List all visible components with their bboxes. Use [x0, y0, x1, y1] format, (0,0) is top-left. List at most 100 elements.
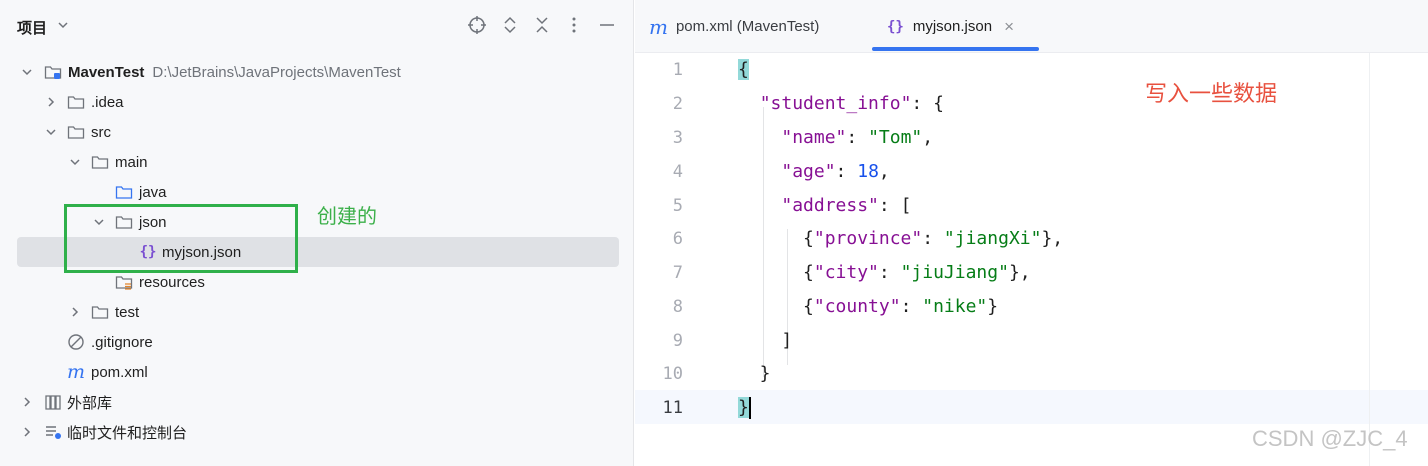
collapse-all-icon[interactable] — [531, 14, 553, 36]
code-token: "Tom" — [868, 127, 923, 148]
code-token: }, — [1008, 262, 1031, 283]
editor-divider — [1369, 53, 1370, 466]
json-file-icon: {} — [887, 18, 904, 35]
code-token: { — [738, 59, 749, 80]
code-token: { — [738, 262, 814, 283]
tree-item-label: 临时文件和控制台 — [67, 424, 188, 442]
code-token: : — [835, 161, 858, 182]
code-token: "county" — [813, 296, 901, 317]
module-folder-icon — [44, 63, 62, 81]
tree-item-gitignore[interactable]: .gitignore — [0, 327, 634, 357]
library-icon — [44, 393, 62, 411]
code-line[interactable]: ] — [738, 324, 792, 358]
code-token: } — [987, 296, 999, 317]
chevron-down-icon[interactable] — [56, 17, 70, 33]
tree-item-scratches[interactable]: 临时文件和控制台 — [0, 417, 634, 447]
tree-item-label: resources — [139, 273, 205, 291]
active-tab-indicator — [872, 47, 1039, 51]
code-line[interactable]: { — [738, 53, 749, 87]
code-token: "name" — [781, 127, 847, 148]
code-line[interactable]: "age": 18, — [738, 155, 890, 189]
code-token: }, — [1041, 228, 1064, 249]
chevron-right-icon[interactable] — [43, 94, 59, 110]
resources-folder-icon — [115, 273, 133, 291]
editor-tab-bar: m pom.xml (MavenTest) {} myjson.json × — [635, 0, 1428, 53]
chevron-down-icon[interactable] — [19, 64, 35, 80]
minimize-icon[interactable] — [596, 14, 618, 36]
code-token: { — [738, 296, 814, 317]
tree-item-label: test — [115, 303, 140, 321]
code-line[interactable]: } — [738, 391, 751, 425]
chevron-right-icon[interactable] — [67, 304, 83, 320]
chevron-down-icon[interactable] — [43, 124, 59, 140]
code-token: : — [878, 262, 901, 283]
folder-icon — [91, 153, 109, 171]
tab-myjson-json[interactable]: {} myjson.json × — [887, 0, 1014, 53]
tree-item-pom[interactable]: m pom.xml — [0, 357, 634, 387]
ignore-file-icon — [67, 333, 85, 351]
tree-item-idea[interactable]: .idea — [0, 87, 634, 117]
code-token: ] — [738, 330, 793, 351]
editor-area: m pom.xml (MavenTest) {} myjson.json × 1… — [635, 0, 1428, 466]
tree-item-label: 外部库 — [67, 394, 113, 412]
code-token: : — [900, 296, 923, 317]
tree-item-main[interactable]: main — [0, 147, 634, 177]
close-icon[interactable]: × — [1004, 17, 1014, 37]
code-editor[interactable]: { "student_info": { "name": "Tom", "age"… — [635, 53, 1428, 466]
folder-icon — [67, 93, 85, 111]
tree-item-test[interactable]: test — [0, 297, 634, 327]
scratch-icon — [44, 423, 62, 441]
code-token: "nike" — [922, 296, 988, 317]
code-token: , — [878, 161, 890, 182]
project-panel-title[interactable]: 项目 — [17, 17, 47, 38]
tree-item-label: java — [139, 183, 167, 201]
maven-icon: m — [66, 361, 86, 383]
code-token: "student_info" — [759, 93, 912, 114]
code-token: : [ — [878, 195, 912, 216]
expand-all-icon[interactable] — [499, 14, 521, 36]
code-line[interactable]: } — [738, 357, 771, 391]
code-line[interactable]: {"county": "nike"} — [738, 290, 998, 324]
code-line[interactable]: {"province": "jiangXi"}, — [738, 222, 1063, 256]
code-line[interactable]: {"city": "jiuJiang"}, — [738, 256, 1031, 290]
code-token: } — [738, 397, 749, 418]
more-options-icon[interactable] — [563, 14, 585, 36]
code-token: : — [922, 228, 944, 249]
code-token: "age" — [781, 161, 836, 182]
code-line[interactable]: "address": [ — [738, 189, 911, 223]
code-line[interactable]: "student_info": { — [738, 87, 944, 121]
tree-item-label: pom.xml — [91, 363, 148, 381]
folder-icon — [67, 123, 85, 141]
tree-item-label: .gitignore — [91, 333, 153, 351]
project-panel-header: 项目 — [0, 0, 634, 52]
chevron-right-icon[interactable] — [19, 394, 35, 410]
tab-pom-xml[interactable]: m pom.xml (MavenTest) — [649, 0, 819, 53]
project-path: D:\JetBrains\JavaProjects\MavenTest — [152, 63, 401, 81]
code-token: : — [846, 127, 869, 148]
tree-item-label: main — [115, 153, 148, 171]
tab-label: pom.xml (MavenTest) — [675, 18, 820, 35]
tree-item-label: MavenTest D:\JetBrains\JavaProjects\Maven… — [68, 63, 401, 81]
tree-item-maventest[interactable]: MavenTest D:\JetBrains\JavaProjects\Maven… — [0, 57, 634, 87]
chevron-right-icon[interactable] — [19, 424, 35, 440]
target-icon[interactable] — [466, 14, 488, 36]
maven-icon: m — [649, 14, 668, 39]
tree-item-label: .idea — [91, 93, 124, 111]
tree-item-src[interactable]: src — [0, 117, 634, 147]
tab-label: myjson.json — [912, 18, 993, 35]
code-token: 18 — [857, 161, 879, 182]
code-line[interactable]: "name": "Tom", — [738, 121, 933, 155]
text-caret — [748, 397, 751, 419]
code-token: , — [922, 127, 934, 148]
code-token: { — [738, 228, 814, 249]
annotation-write-data-text: 写入一些数据 — [1145, 81, 1278, 106]
tree-item-external-libraries[interactable]: 外部库 — [0, 387, 634, 417]
chevron-down-icon[interactable] — [67, 154, 83, 170]
code-token: "city" — [813, 262, 879, 283]
code-token: } — [738, 363, 771, 384]
source-folder-icon — [115, 183, 133, 201]
code-token: : { — [911, 93, 944, 114]
